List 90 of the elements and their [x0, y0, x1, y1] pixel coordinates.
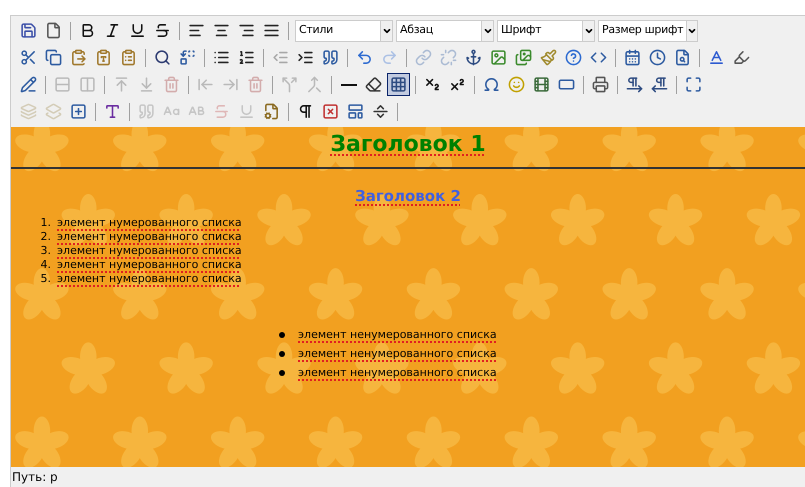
numbered-list-item: элемент нумерованного списка	[57, 272, 242, 286]
indent-icon	[297, 49, 314, 66]
strikethrough-icon	[213, 103, 230, 120]
clock-icon	[649, 49, 666, 66]
template-icon	[347, 103, 364, 120]
image-icon	[490, 49, 507, 66]
line-icon	[340, 84, 356, 86]
list-number: 4.	[40, 258, 52, 272]
underline-icon	[238, 103, 255, 120]
letter-icon	[104, 103, 121, 120]
column-before-icon	[197, 76, 214, 93]
fullscreen-icon	[685, 76, 702, 93]
list-number: 2.	[40, 230, 52, 244]
eraser-icon	[365, 76, 382, 93]
page-break-icon	[372, 103, 389, 120]
superscript-icon	[449, 76, 466, 93]
align-justify-icon	[263, 22, 280, 39]
column-after-icon	[222, 76, 239, 93]
film-icon	[533, 76, 550, 93]
align-right-icon	[238, 22, 255, 39]
printer-icon	[592, 76, 609, 93]
list-number: 1.	[40, 216, 52, 230]
heading-1: Заголовок 1	[329, 131, 487, 159]
square-plus-icon	[70, 103, 87, 120]
bulleted-list-item: элемент ненумерованного списка	[298, 328, 497, 341]
replace-icon	[179, 49, 196, 66]
strikethrough-icon	[154, 22, 171, 39]
underline-icon	[129, 22, 146, 39]
highlighter-icon	[733, 49, 750, 66]
bulleted-list-item: элемент ненумерованного списка	[298, 366, 497, 379]
smiley-icon	[508, 76, 525, 93]
link-icon	[415, 49, 432, 66]
outdent-icon	[272, 49, 289, 66]
dropdown[interactable]: Шрифт	[497, 20, 595, 42]
clipboard-icon	[70, 49, 87, 66]
quote-icon	[322, 49, 339, 66]
square-x-icon	[322, 103, 339, 120]
split-icon	[281, 76, 298, 93]
numbered-list-icon	[238, 49, 255, 66]
bulleted-list-icon	[213, 49, 230, 66]
numbered-list-item: элемент нумерованного списка	[57, 216, 242, 230]
row-after-icon	[138, 76, 155, 93]
undo-icon	[356, 49, 373, 66]
delete-row-icon	[163, 76, 180, 93]
clipboard-text-icon	[95, 49, 112, 66]
unlink-icon	[440, 49, 457, 66]
heading-2: Заголовок 2	[354, 186, 462, 206]
layers-icon	[20, 103, 37, 120]
merge-icon	[306, 76, 323, 93]
document-search-icon	[674, 49, 691, 66]
element-path: Путь: p	[11, 469, 59, 486]
omega-icon	[483, 76, 500, 93]
dropdown[interactable]: Абзац	[396, 20, 494, 42]
table-grid-icon	[390, 76, 407, 93]
bullet-icon	[279, 332, 285, 338]
dropdown[interactable]: Размер шрифт	[598, 20, 698, 42]
list-number: 5.	[40, 272, 52, 286]
subscript-icon	[424, 76, 441, 93]
delete-column-icon	[247, 76, 264, 93]
cells-icon	[79, 76, 96, 93]
italic-icon	[104, 22, 121, 39]
images-icon	[515, 49, 532, 66]
document-icon	[45, 22, 62, 39]
clipboard-list-icon	[120, 49, 137, 66]
pilcrow-left-icon	[651, 76, 668, 93]
quote-icon	[138, 103, 155, 120]
search-icon	[154, 49, 171, 66]
align-left-icon	[188, 22, 205, 39]
numbered-list-item: элемент нумерованного списка	[57, 230, 242, 244]
anchor-icon	[465, 49, 482, 66]
row-before-icon	[113, 76, 130, 93]
copy-icon	[45, 49, 62, 66]
scissors-icon	[20, 49, 37, 66]
help-icon	[565, 49, 582, 66]
redo-icon	[381, 49, 398, 66]
calendar-icon	[624, 49, 641, 66]
numbered-list-item: элемент нумерованного списка	[57, 258, 242, 272]
dropdown[interactable]: Стили	[295, 20, 393, 42]
rows-icon	[54, 76, 71, 93]
numbered-list-item: элемент нумерованного списка	[57, 244, 242, 258]
text-color-icon	[708, 49, 725, 66]
brush-icon	[540, 49, 557, 66]
list-number: 3.	[40, 244, 52, 258]
insert-table-button[interactable]	[387, 73, 410, 96]
bulleted-list-item: элемент ненумерованного списка	[298, 347, 497, 360]
pilcrow-right-icon	[626, 76, 643, 93]
pilcrow-icon	[297, 103, 314, 120]
align-center-icon	[213, 22, 230, 39]
layers-icon	[45, 103, 62, 120]
document-settings-icon	[263, 103, 280, 120]
